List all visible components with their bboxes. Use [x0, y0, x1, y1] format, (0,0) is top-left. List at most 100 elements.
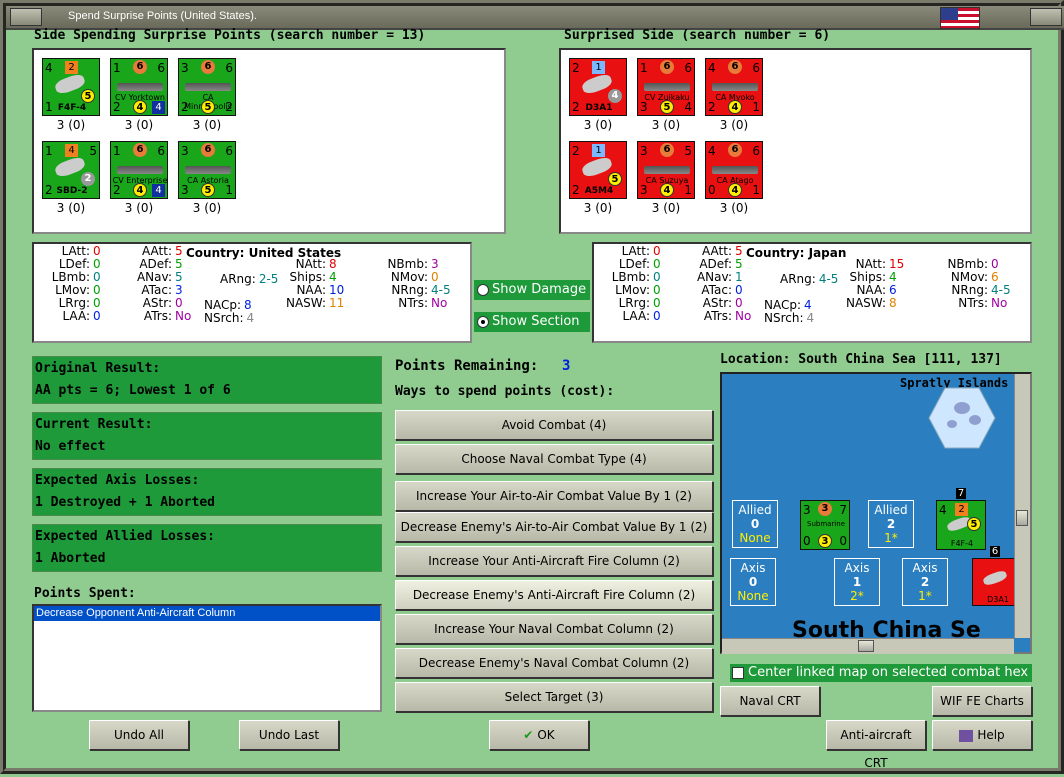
- unit-counter[interactable]: 1 6 6 CV Zuikaku 3 5 4: [637, 58, 695, 116]
- stat-label: ATac:: [141, 283, 172, 297]
- counter-name: F4F-4: [950, 539, 974, 548]
- stat-latt: LAtt: 0: [604, 244, 661, 258]
- ok-label: OK: [537, 728, 555, 742]
- unit-counter[interactable]: 3 6 6 CA Astoria 3 5 1: [178, 141, 236, 199]
- stat-value: 4: [889, 270, 897, 284]
- f4f-map-counter[interactable]: 4 2 5 F4F-4: [936, 500, 986, 550]
- stat-label: Ships:: [289, 270, 326, 284]
- spend-option-button[interactable]: Decrease Enemy's Naval Combat Column (2): [395, 648, 713, 678]
- show-section-radio[interactable]: Show Section: [474, 312, 590, 332]
- hscroll-thumb[interactable]: [858, 640, 874, 652]
- counter-tm: 6: [660, 60, 674, 74]
- unit-counter[interactable]: 2 1 5 2 A5M4: [569, 141, 627, 199]
- stat-label: NMov:: [950, 270, 988, 284]
- counter-br: 4: [152, 184, 165, 197]
- stat-value: No: [175, 309, 192, 323]
- stat-value: 0: [93, 244, 101, 258]
- ship-icon: [185, 83, 231, 91]
- counter-tr: 6: [225, 144, 233, 158]
- window-menu-button[interactable]: [10, 8, 42, 26]
- original-result-value: AA pts = 6; Lowest 1 of 6: [35, 383, 231, 398]
- axis-box-sub: None: [737, 589, 769, 603]
- stat-nacp: NACp: 8: [204, 298, 252, 312]
- points-spent-item[interactable]: Decrease Opponent Anti-Aircraft Column: [34, 606, 380, 621]
- counter-br: 1: [752, 183, 760, 197]
- stat-value: 4: [246, 311, 255, 325]
- center-map-label: Center linked map on selected combat hex: [748, 665, 1029, 680]
- show-damage-radio[interactable]: Show Damage: [474, 280, 590, 300]
- stat-label: LMov:: [615, 283, 650, 297]
- stat-label: AStr:: [702, 296, 732, 310]
- axis-box-3[interactable]: Axis 2 1*: [902, 558, 948, 606]
- unit-counter[interactable]: 1 6 6 CV Yorktown 2 4 4: [110, 58, 168, 116]
- allied-box-1[interactable]: Allied 0 None: [732, 500, 778, 548]
- counter-tl: 4: [708, 61, 716, 75]
- counter-name: D3A1: [585, 103, 613, 113]
- wif-charts-button[interactable]: WIF FE Charts: [932, 686, 1032, 716]
- axis-box-1[interactable]: Axis 0 None: [730, 558, 776, 606]
- counter-tl: 2: [572, 144, 580, 158]
- spend-option-button[interactable]: Decrease Enemy's Anti-Aircraft Fire Colu…: [395, 580, 713, 610]
- unit-counter[interactable]: 4 6 6 CA Myoko 2 4 1: [705, 58, 763, 116]
- spend-option-button[interactable]: Decrease Enemy's Air-to-Air Combat Value…: [395, 512, 713, 542]
- allied-box-2[interactable]: Allied 2 1*: [868, 500, 914, 548]
- center-map-checkbox[interactable]: Center linked map on selected combat hex: [730, 664, 1032, 682]
- unit-counter[interactable]: 1 6 6 CV Enterprise 2 4 4: [110, 141, 168, 199]
- submarine-counter[interactable]: 3 3 7 Submarine 0 3 0: [800, 500, 850, 550]
- unit-count-label: 3 (0): [651, 118, 681, 132]
- unit-count-label: 3 (0): [651, 201, 681, 215]
- undo-last-button[interactable]: Undo Last: [239, 720, 339, 750]
- undo-all-button[interactable]: Undo All: [89, 720, 189, 750]
- unit-counter[interactable]: 2 1 4 2 D3A1: [569, 58, 627, 116]
- unit-counter[interactable]: 3 6 5 CA Suzuya 3 4 1: [637, 141, 695, 199]
- points-spent-list[interactable]: Decrease Opponent Anti-Aircraft Column: [32, 604, 382, 712]
- spend-option-button[interactable]: Increase Your Naval Combat Column (2): [395, 614, 713, 644]
- aa-crt-button[interactable]: Anti-aircraft CRT: [826, 720, 926, 770]
- stat-value: 0: [93, 270, 101, 284]
- map-horizontal-scrollbar[interactable]: [722, 638, 1014, 654]
- linked-map[interactable]: Spratly Islands ( Allied 0 None 3 3 7 Su…: [720, 372, 1032, 654]
- map-vertical-scrollbar[interactable]: [1014, 374, 1030, 638]
- counter-tm: 1: [592, 144, 605, 157]
- ok-button[interactable]: ✔ OK: [489, 720, 589, 750]
- stat-label: NTrs:: [958, 296, 988, 310]
- unit-counter[interactable]: 4 6 6 CA Atago 0 4 1: [705, 141, 763, 199]
- spend-option-button[interactable]: Select Target (3): [395, 682, 713, 712]
- spend-option-button[interactable]: Avoid Combat (4): [395, 410, 713, 440]
- counter-tm: 4: [65, 144, 78, 157]
- counter-tr: 6: [225, 61, 233, 75]
- unit-counter[interactable]: 366CA Minneapolis252: [178, 58, 236, 116]
- jp-stats-panel: LAtt: 0 LDef: 0 LBmb: 0 LMov: 0 LRrg: 0 LAA: 0 AAtt:…: [592, 242, 1032, 343]
- stat-nmov: NMov: 0: [382, 270, 439, 284]
- stat-value: 5: [175, 244, 183, 258]
- spend-option-button[interactable]: Increase Your Anti-Aircraft Fire Column …: [395, 546, 713, 576]
- unit-counter[interactable]: 4 2 5 1 F4F-4: [42, 58, 100, 116]
- window-resize-button[interactable]: [1030, 8, 1062, 26]
- stat-label: ATac:: [701, 283, 732, 297]
- vscroll-thumb[interactable]: [1016, 510, 1028, 526]
- country-row: Country: United States: [186, 246, 341, 260]
- counter-tm: 6: [660, 143, 674, 157]
- unit-count-label: 3 (0): [192, 118, 222, 132]
- allied-box-num: 0: [750, 517, 760, 531]
- counter-bm: 4: [660, 183, 674, 197]
- stat-label: LAtt:: [61, 244, 90, 258]
- stat-label: ARng:: [220, 272, 256, 286]
- spend-option-button[interactable]: Choose Naval Combat Type (4): [395, 444, 713, 474]
- allied-box-title: Allied: [738, 503, 772, 517]
- stat-nbmb: NBmb: 0: [942, 257, 998, 271]
- counter-tr: 6: [157, 61, 165, 75]
- axis-box-2[interactable]: Axis 1 2*: [834, 558, 880, 606]
- stat-label: NAA:: [296, 283, 326, 297]
- stat-value: 0: [653, 257, 661, 271]
- counter-tr: 6: [684, 61, 692, 75]
- unit-counter[interactable]: 1 4 5 2 2 SBD-2: [42, 141, 100, 199]
- help-button[interactable]: Help: [932, 720, 1032, 750]
- stat-ships: Ships: 4: [840, 270, 897, 284]
- stat-label: NACp:: [204, 298, 242, 312]
- stat-label: ARng:: [780, 272, 816, 286]
- counter-br: 0: [839, 534, 847, 548]
- plane-icon: [982, 569, 1008, 587]
- naval-crt-button[interactable]: Naval CRT: [720, 686, 820, 716]
- spend-option-button[interactable]: Increase Your Air-to-Air Combat Value By…: [395, 481, 713, 511]
